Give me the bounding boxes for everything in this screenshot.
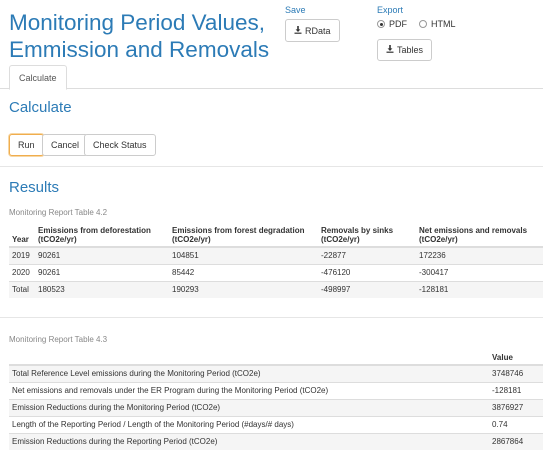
col-net: Net emissions and removals (tCO2e/yr) [416, 224, 543, 248]
table-row: 2019 90261 104851 -22877 172236 [9, 246, 543, 264]
table-cell: 2019 [9, 246, 35, 264]
table-cell: 0.74 [489, 415, 543, 433]
tables-button-label: Tables [397, 45, 424, 55]
table-cell: -498997 [318, 280, 416, 298]
page-title-line1: Monitoring Period Values, [9, 10, 265, 35]
table-cell: Total [9, 280, 35, 298]
table-cell: -128181 [489, 381, 543, 399]
table-header-row: Value [9, 349, 543, 366]
section-divider [0, 166, 543, 167]
radio-pdf[interactable] [377, 20, 385, 28]
table-header-row: Year Emissions from deforestation (tCO2e… [9, 224, 543, 248]
table-cell: 85442 [169, 263, 318, 281]
run-button[interactable]: Run [9, 134, 44, 156]
col-degradation: Emissions from forest degradation (tCO2e… [169, 224, 318, 248]
export-pdf-option[interactable]: PDF [377, 19, 407, 29]
calculate-heading: Calculate [9, 99, 72, 116]
table-cell: 3876927 [489, 398, 543, 416]
table-cell: Net emissions and removals under the ER … [9, 381, 489, 399]
col-value: Value [489, 349, 543, 366]
save-label: Save [285, 5, 306, 15]
tab-bar: Calculate [0, 64, 543, 90]
radio-html[interactable] [419, 20, 427, 28]
rdata-button-label: RData [305, 25, 331, 36]
download-icon [294, 25, 302, 36]
export-html-label: HTML [431, 19, 456, 29]
download-icon [386, 45, 394, 55]
export-pdf-label: PDF [389, 19, 407, 29]
table-cell: 172236 [416, 246, 543, 264]
col-description [9, 349, 489, 366]
table-cell: 90261 [35, 246, 169, 264]
table-row: Total Reference Level emissions during t… [9, 364, 543, 382]
page-title-line2: Emmission and Removals [9, 37, 270, 62]
section-divider [0, 317, 543, 318]
table-cell: 2867864 [489, 432, 543, 450]
table-4-2-caption: Monitoring Report Table 4.2 [9, 208, 108, 217]
table-cell: 90261 [35, 263, 169, 281]
page-title: Monitoring Period Values, Emmission and … [9, 9, 279, 63]
table-cell: 2020 [9, 263, 35, 281]
results-heading: Results [9, 179, 60, 196]
table-cell: -476120 [318, 263, 416, 281]
table-row: 2020 90261 85442 -476120 -300417 [9, 263, 543, 281]
monitoring-table-4-3: Value Total Reference Level emissions du… [9, 349, 543, 450]
col-removals: Removals by sinks (tCO2e/yr) [318, 224, 416, 248]
table-cell: -300417 [416, 263, 543, 281]
table-row: Emission Reductions during the Monitorin… [9, 398, 543, 416]
table-cell: 104851 [169, 246, 318, 264]
export-label: Export [377, 5, 404, 15]
export-format-radio-group: PDF HTML [377, 19, 468, 29]
table-cell: Length of the Reporting Period / Length … [9, 415, 489, 433]
monitoring-table-4-2: Year Emissions from deforestation (tCO2e… [9, 224, 543, 298]
table-cell: Total Reference Level emissions during t… [9, 364, 489, 382]
table-cell: Emission Reductions during the Monitorin… [9, 398, 489, 416]
table-cell: -128181 [416, 280, 543, 298]
table-row: Emission Reductions during the Reporting… [9, 432, 543, 450]
table-row: Total 180523 190293 -498997 -128181 [9, 280, 543, 298]
export-html-option[interactable]: HTML [419, 19, 456, 29]
table-4-3-caption: Monitoring Report Table 4.3 [9, 335, 108, 344]
table-cell: 180523 [35, 280, 169, 298]
col-year: Year [9, 224, 35, 248]
table-cell: 190293 [169, 280, 318, 298]
tab-calculate[interactable]: Calculate [9, 65, 67, 90]
download-tables-button[interactable]: Tables [377, 39, 433, 61]
table-cell: -22877 [318, 246, 416, 264]
table-cell: Emission Reductions during the Reporting… [9, 432, 489, 450]
col-deforestation: Emissions from deforestation (tCO2e/yr) [35, 224, 169, 248]
table-row: Length of the Reporting Period / Length … [9, 415, 543, 433]
cancel-button[interactable]: Cancel [42, 134, 89, 156]
check-status-button[interactable]: Check Status [84, 134, 156, 156]
download-rdata-button[interactable]: RData [285, 19, 340, 42]
table-cell: 3748746 [489, 364, 543, 382]
table-row: Net emissions and removals under the ER … [9, 381, 543, 399]
